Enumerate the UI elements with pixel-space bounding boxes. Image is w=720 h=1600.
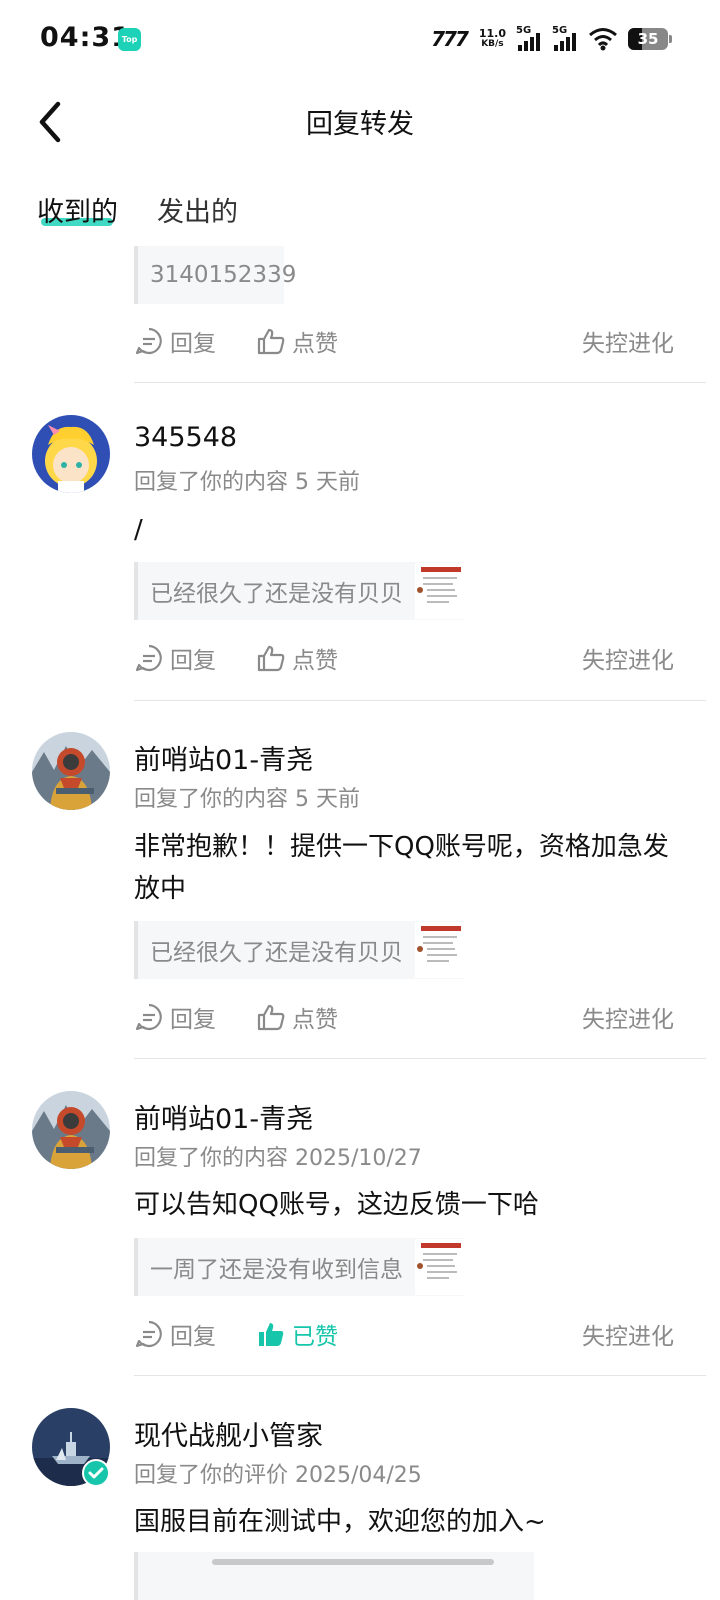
group-tag[interactable]: 失控进化 [582,1317,674,1351]
reply-bubble-icon [135,327,162,355]
reply-button[interactable]: 回复 [134,324,216,358]
thumbs-up-icon [257,328,285,355]
group-tag[interactable]: 失控进化 [582,641,674,675]
username[interactable]: 345548 [134,422,237,453]
like-button[interactable]: 点赞 [256,641,338,675]
reply-meta: 回复了你的内容 2025/10/27 [134,1146,422,1171]
item-actions: 回复 点赞 失控进化 [134,324,674,364]
reply-button[interactable]: 回复 [134,641,216,675]
thumbs-up-filled-icon [259,1323,284,1346]
avatar[interactable] [32,732,110,810]
tab-sent[interactable]: 发出的 [157,190,238,229]
quoted-content[interactable]: 已经很久了还是没有贝贝 [134,562,465,620]
quoted-image-thumbnail [415,1239,465,1295]
item-actions: 回复 点赞 失控进化 [134,1000,674,1040]
reply-bubble-icon [135,644,162,672]
status-bar: 04:31 Top 777 11.0 KB/s 5G 5G 35 [0,0,720,78]
reply-text[interactable]: / [134,509,684,551]
reply-meta: 回复了你的内容 5 天前 [134,787,360,812]
battery-icon: 35 [628,28,672,50]
network-speed: 11.0 KB/s [478,27,506,49]
reply-text[interactable]: 国服目前在测试中，欢迎您的加入~ [134,1501,684,1543]
reply-button[interactable]: 回复 [134,1317,216,1351]
like-button[interactable]: 点赞 [256,324,338,358]
divider [134,1058,706,1059]
quoted-content[interactable]: 一周了还是没有收到信息 [134,1238,465,1296]
item-actions: 回复 点赞 失控进化 [134,641,674,681]
avatar[interactable] [32,1091,110,1169]
reply-bubble-icon [135,1320,162,1348]
page-title: 回复转发 [306,109,414,140]
wifi-icon [589,28,617,51]
avatar[interactable] [32,415,110,493]
app-notification-icon: Top [118,28,141,51]
verified-badge-icon [82,1459,110,1487]
username[interactable]: 现代战舰小管家 [134,1414,323,1453]
reply-bubble-icon [135,1003,162,1031]
signal-icon-sim2: 5G [552,25,582,53]
thumbs-up-icon [257,645,285,672]
group-tag[interactable]: 失控进化 [582,324,674,358]
username[interactable]: 前哨站01-青尧 [134,738,313,777]
hd-icon: 777 [431,27,469,51]
liked-button[interactable]: 已赞 [256,1317,338,1351]
like-button[interactable]: 点赞 [256,1000,338,1034]
group-tag[interactable]: 失控进化 [582,1000,674,1034]
thumbs-up-icon [257,1004,285,1031]
tab-received[interactable]: 收到的 [37,190,118,229]
item-actions: 回复 已赞 失控进化 [134,1317,674,1357]
divider [134,382,706,383]
signal-icon-sim1: 5G [516,25,546,53]
reply-text[interactable]: 非常抱歉！！提供一下QQ账号呢，资格加急发放中 [134,826,684,910]
quoted-content[interactable]: 已经很久了还是没有贝贝 [134,921,465,979]
quoted-image-thumbnail [415,922,465,978]
username[interactable]: 前哨站01-青尧 [134,1097,313,1136]
reply-text[interactable]: 可以告知QQ账号，这边反馈一下哈 [134,1184,684,1226]
reply-meta: 回复了你的内容 5 天前 [134,470,360,495]
quoted-image-thumbnail [415,563,465,619]
reply-button[interactable]: 回复 [134,1000,216,1034]
divider [134,1375,706,1376]
home-indicator[interactable] [212,1559,494,1565]
quoted-content[interactable]: 3140152339 [134,246,296,304]
reply-meta: 回复了你的评价 2025/04/25 [134,1463,422,1488]
divider [134,700,706,701]
